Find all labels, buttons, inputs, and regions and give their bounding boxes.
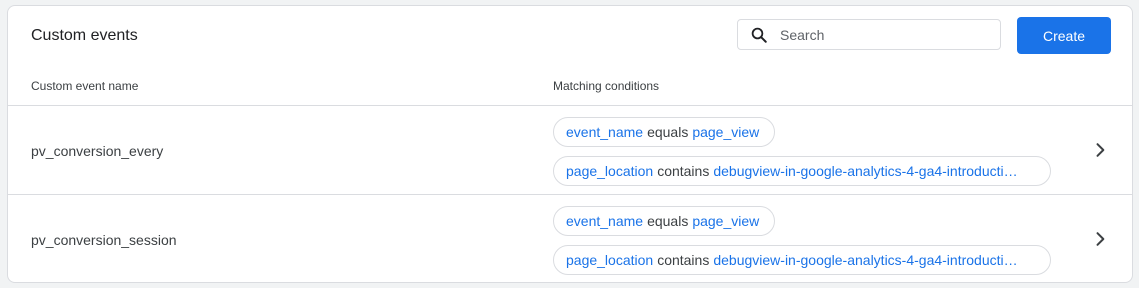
condition-operator: contains: [657, 163, 710, 179]
condition-operator: equals: [647, 213, 689, 229]
condition-field: event_name: [566, 213, 644, 229]
card-title: Custom events: [31, 27, 138, 44]
search-box[interactable]: [737, 19, 1001, 50]
condition-value: page_view: [692, 213, 760, 229]
chevron-right-icon[interactable]: [1090, 140, 1110, 160]
condition-chip: page_location contains debugview-in-goog…: [553, 156, 1051, 186]
column-header-matching-conditions: Matching conditions: [553, 79, 660, 93]
condition-field: event_name: [566, 124, 644, 140]
custom-events-card: Custom events Create Custom event name M…: [7, 5, 1133, 283]
condition-field: page_location: [566, 252, 654, 268]
column-header-event-name: Custom event name: [31, 79, 139, 93]
custom-event-name: pv_conversion_every: [31, 143, 164, 159]
condition-chip: event_name equals page_view: [553, 206, 775, 236]
condition-chip: event_name equals page_view: [553, 117, 775, 147]
condition-operator: contains: [657, 252, 710, 268]
table-row[interactable]: pv_conversion_every event_name equals pa…: [8, 106, 1132, 194]
search-input[interactable]: [778, 25, 982, 44]
condition-operator: equals: [647, 124, 689, 140]
table-row[interactable]: pv_conversion_session event_name equals …: [8, 195, 1132, 282]
custom-event-name: pv_conversion_session: [31, 232, 177, 248]
condition-value: page_view: [692, 124, 760, 140]
condition-chip: page_location contains debugview-in-goog…: [553, 245, 1051, 275]
chevron-right-icon[interactable]: [1090, 229, 1110, 249]
condition-value: debugview-in-google-analytics-4-ga4-intr…: [713, 163, 1018, 179]
create-button[interactable]: Create: [1017, 17, 1111, 54]
condition-value: debugview-in-google-analytics-4-ga4-intr…: [713, 252, 1018, 268]
search-icon: [750, 26, 768, 44]
condition-field: page_location: [566, 163, 654, 179]
